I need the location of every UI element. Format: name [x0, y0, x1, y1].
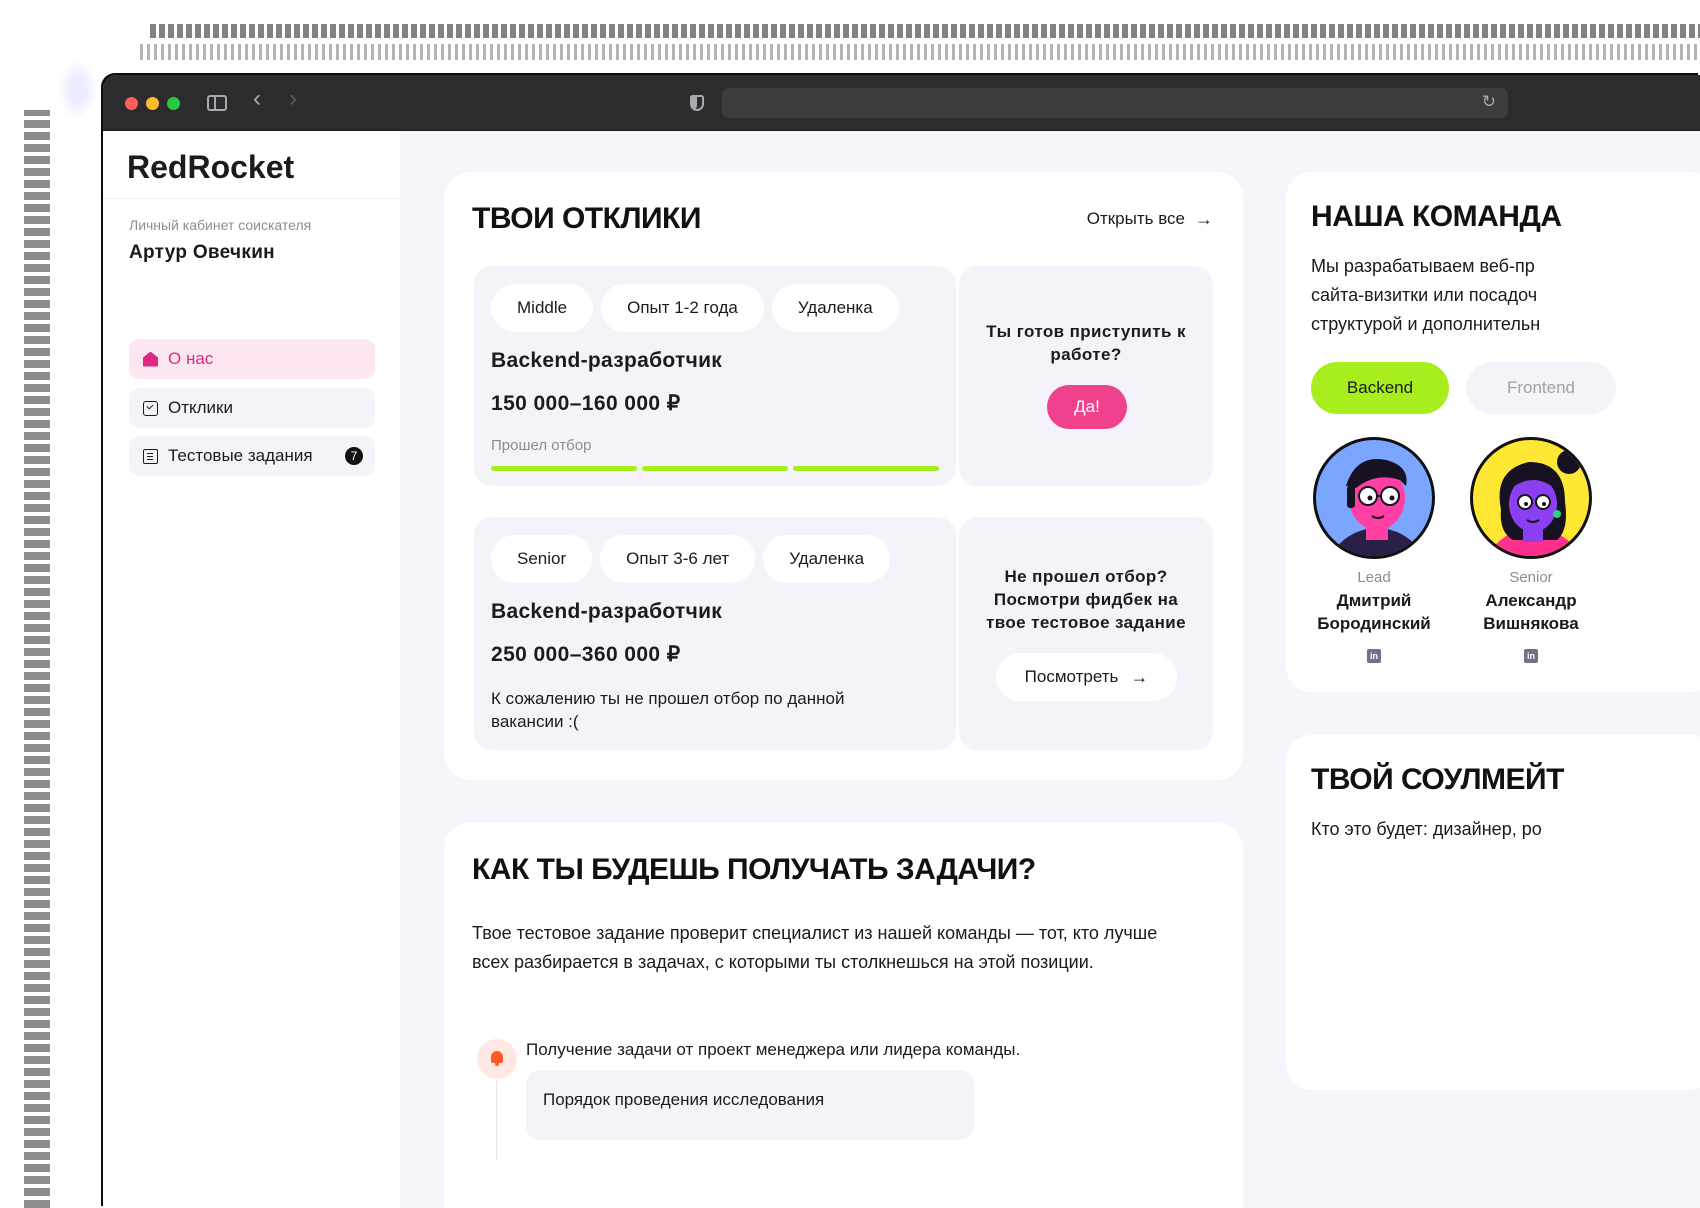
view-feedback-label: Посмотреть — [1024, 667, 1119, 686]
vacancy-status: Прошел отбор — [491, 437, 592, 454]
linkedin-icon[interactable]: in — [1367, 649, 1381, 663]
cabinet-caption: Личный кабинет соискателя — [129, 217, 312, 233]
team-description-line: структурой и дополнительн — [1311, 314, 1541, 334]
close-window-button[interactable] — [125, 97, 138, 110]
window-edge-artifact — [24, 110, 50, 1208]
vacancy-title: Backend-разработчик — [491, 600, 723, 623]
section-title: ТВОИ ОТКЛИКИ — [472, 202, 701, 235]
vacancy-tags: Middle Опыт 1-2 года Удаленка — [491, 284, 899, 332]
section-title: КАК ТЫ БУДЕШЬ ПОЛУЧАТЬ ЗАДАЧИ? — [472, 853, 1036, 886]
soulmate-card: ТВОЙ СОУЛМЕЙТ Кто это будет: дизайнер, р… — [1286, 735, 1700, 1090]
home-icon — [143, 351, 158, 367]
sidebar-toggle-icon[interactable] — [207, 95, 227, 111]
section-title: НАША КОМАНДА — [1311, 200, 1562, 233]
linkedin-icon[interactable]: in — [1524, 649, 1538, 663]
window-edge-artifact — [140, 44, 1700, 60]
bell-icon — [491, 1051, 503, 1066]
step-text: Получение задачи от проект менеджера или… — [526, 1040, 1021, 1059]
arrow-right-icon: → — [1195, 209, 1213, 229]
tag-chip: Senior — [491, 535, 593, 583]
maximize-window-button[interactable] — [167, 97, 180, 110]
checkbox-icon — [143, 400, 158, 416]
forward-icon[interactable]: › — [289, 87, 297, 111]
vacancy-tags: Senior Опыт 3-6 лет Удаленка — [491, 535, 891, 583]
team-member[interactable]: Lead Дмитрий Бородинский in — [1299, 437, 1449, 663]
tag-chip: Опыт 1-2 года — [601, 284, 764, 332]
tasks-info-card: КАК ТЫ БУДЕШЬ ПОЛУЧАТЬ ЗАДАЧИ? Твое тест… — [444, 823, 1243, 1208]
timeline-line — [496, 1081, 497, 1161]
ready-question: Ты готов приступить к работе? — [986, 322, 1186, 364]
responses-card: ТВОИ ОТКЛИКИ Открыть все → Middle Опыт 1… — [444, 172, 1243, 780]
soulmate-description: Кто это будет: дизайнер, ро — [1311, 819, 1542, 839]
member-name-line: Вишнякова — [1483, 614, 1579, 633]
section-title: ТВОЙ СОУЛМЕЙТ — [1311, 763, 1564, 796]
tag-chip: Опыт 3-6 лет — [600, 535, 756, 583]
member-name: Дмитрий Бородинский — [1299, 589, 1449, 635]
browser-window: ‹ › ↻ RedRocket Личный кабинет соискател… — [103, 75, 1700, 1208]
member-role: Lead — [1357, 569, 1391, 586]
progress-segment — [642, 466, 788, 471]
step-detail-label: Порядок проведения исследования — [543, 1090, 825, 1109]
tab-backend[interactable]: Backend — [1311, 362, 1449, 414]
sidebar-item-test-tasks[interactable]: Тестовые задания 7 — [129, 436, 375, 476]
arrow-right-icon: → — [1130, 667, 1149, 687]
member-name-line: Александр — [1485, 591, 1577, 610]
step-detail[interactable]: Порядок проведения исследования — [526, 1070, 974, 1140]
window-edge-artifact — [150, 24, 1700, 38]
member-role: Senior — [1509, 569, 1553, 586]
minimize-window-button[interactable] — [146, 97, 159, 110]
tag-chip: Middle — [491, 284, 594, 332]
member-name-line: Дмитрий — [1336, 591, 1412, 610]
tag-chip: Удаленка — [771, 284, 899, 332]
member-name-line: Бородинский — [1317, 614, 1431, 633]
vacancy-salary: 150 000–160 000 ₽ — [491, 392, 681, 415]
divider — [103, 198, 400, 199]
reload-icon[interactable]: ↻ — [1482, 92, 1496, 112]
progress-segment — [793, 466, 939, 471]
sidebar: RedRocket Личный кабинет соискателя Арту… — [103, 131, 400, 1208]
back-icon[interactable]: ‹ — [253, 87, 261, 111]
open-all-label: Открыть все — [1086, 209, 1185, 228]
sidebar-item-label: Тестовые задания — [168, 446, 313, 465]
vacancy-salary: 250 000–360 000 ₽ — [491, 643, 681, 666]
vacancy-action-panel: Не прошел отбор? Посмотри фидбек на твое… — [959, 517, 1213, 750]
member-name: Александр Вишнякова — [1456, 589, 1606, 635]
sidebar-item-label: О нас — [168, 349, 214, 368]
view-feedback-button[interactable]: Посмотреть → — [996, 653, 1177, 701]
feedback-prompt: Не прошел отбор? Посмотри фидбек на твое… — [986, 567, 1186, 632]
sidebar-item-label: Отклики — [168, 398, 233, 417]
shield-icon[interactable] — [690, 95, 704, 111]
address-bar[interactable]: ↻ — [722, 88, 1508, 118]
user-name: Артур Овечкин — [129, 242, 275, 263]
progress-segment — [491, 466, 637, 471]
avatar — [1470, 437, 1592, 559]
vacancy-action-panel: Ты готов приступить к работе? Да! — [959, 266, 1213, 486]
vacancy-card[interactable]: Senior Опыт 3-6 лет Удаленка Backend-раз… — [474, 517, 956, 750]
step-marker — [477, 1039, 517, 1079]
avatar — [1313, 437, 1435, 559]
tag-chip: Удаленка — [763, 535, 891, 583]
logo: RedRocket — [127, 149, 295, 185]
tasks-description: Твое тестовое задание проверит специалис… — [472, 923, 1158, 972]
yes-button[interactable]: Да! — [1047, 385, 1127, 429]
team-description-line: сайта-визитки или посадоч — [1311, 285, 1538, 305]
sidebar-item-responses[interactable]: Отклики — [129, 388, 375, 428]
selection-progress — [491, 466, 939, 471]
browser-titlebar: ‹ › ↻ — [103, 75, 1700, 131]
team-member[interactable]: Senior Александр Вишнякова in — [1456, 437, 1606, 663]
rejection-note: К сожалению ты не прошел отбор по данной… — [491, 689, 845, 731]
count-badge: 7 — [345, 447, 363, 465]
vacancy-title: Backend-разработчик — [491, 349, 723, 372]
tab-frontend[interactable]: Frontend — [1466, 362, 1616, 414]
open-all-link[interactable]: Открыть все → — [1087, 209, 1213, 229]
team-description-line: Мы разрабатываем веб-пр — [1311, 256, 1535, 276]
clipboard-icon — [143, 448, 158, 464]
team-description: Мы разрабатываем веб-пр сайта-визитки ил… — [1311, 252, 1700, 339]
sidebar-item-about[interactable]: О нас — [129, 339, 375, 379]
vacancy-card[interactable]: Middle Опыт 1-2 года Удаленка Backend-ра… — [474, 266, 956, 486]
window-edge-artifact — [58, 60, 98, 120]
team-card: НАША КОМАНДА Мы разрабатываем веб-пр сай… — [1286, 172, 1700, 692]
